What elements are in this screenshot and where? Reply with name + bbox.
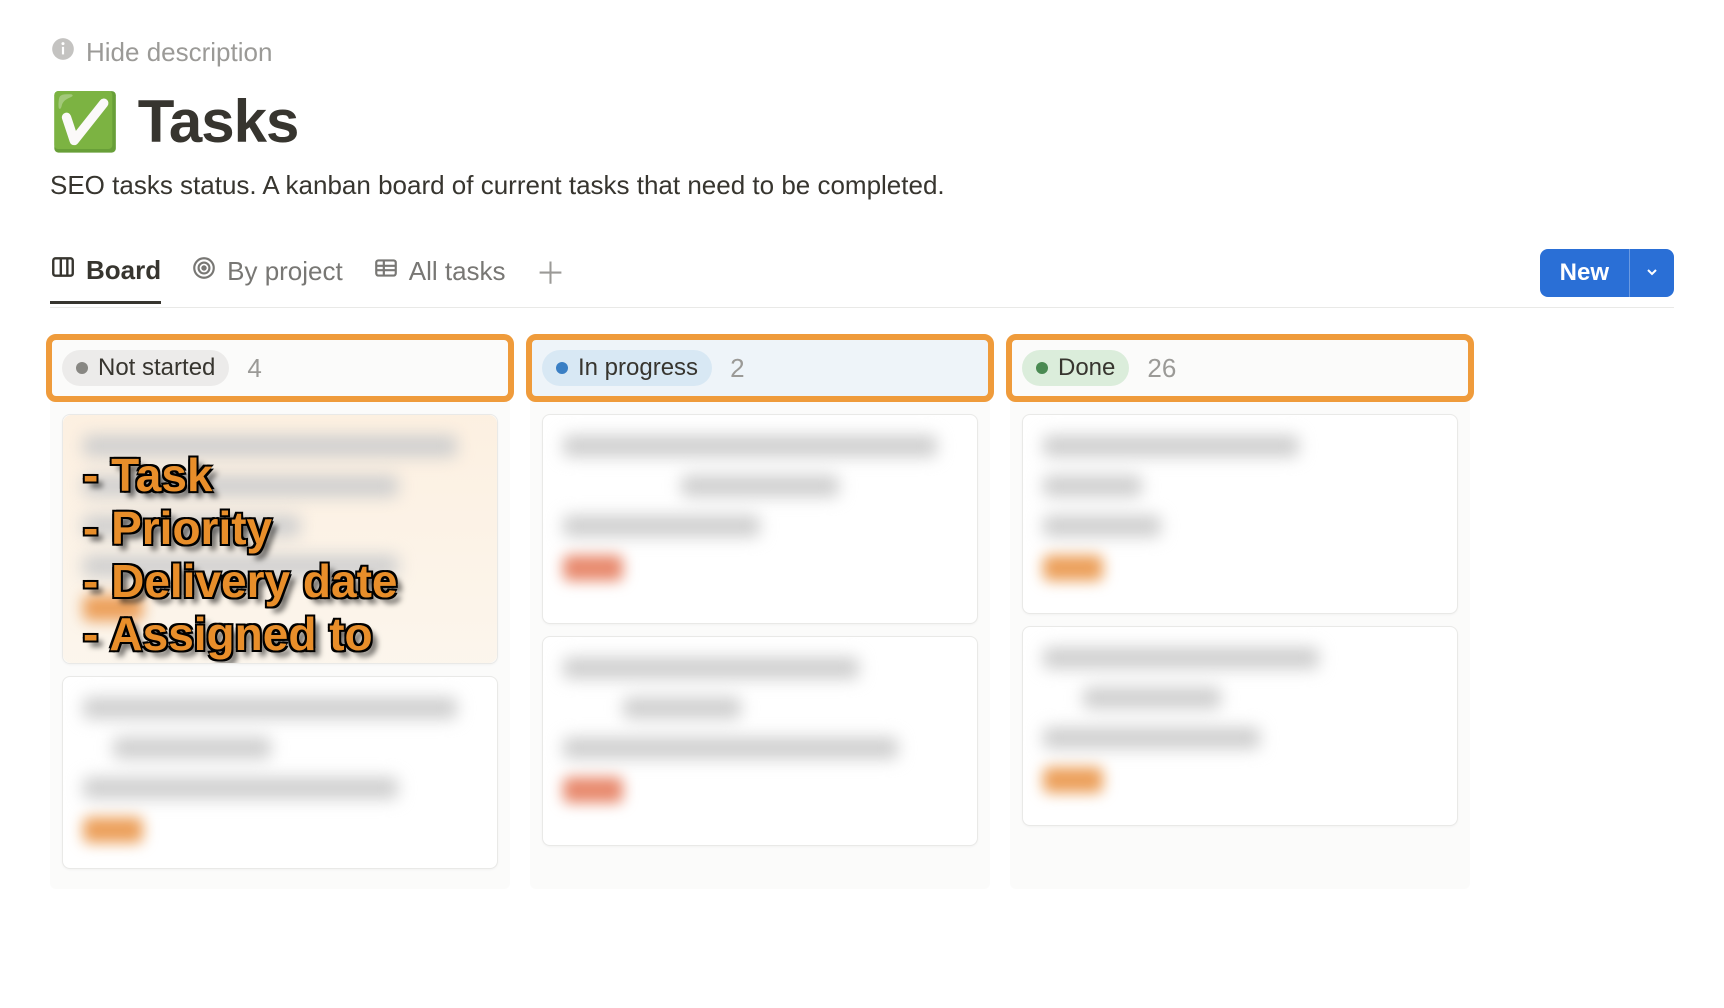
table-icon <box>373 255 399 288</box>
filter-button[interactable] <box>1260 257 1292 289</box>
annotation-line: - Task <box>83 449 397 502</box>
page-title-row: ✅ Tasks <box>50 87 1674 156</box>
blurred-content <box>1043 435 1299 457</box>
chevron-down-icon <box>1644 259 1660 287</box>
new-button[interactable]: New <box>1540 249 1674 297</box>
search-button[interactable] <box>1428 257 1460 289</box>
status-pill-in-progress: In progress <box>542 350 712 386</box>
card[interactable] <box>1022 414 1458 614</box>
blurred-content <box>563 435 937 457</box>
tab-label: Board <box>86 255 161 286</box>
annotation-line: - Priority <box>83 502 397 555</box>
status-label: Not started <box>98 354 215 382</box>
card[interactable]: - Task - Priority - Delivery date - Assi… <box>62 414 498 664</box>
column-not-started[interactable]: Not started 4 - Task - Priority - Delive… <box>50 338 510 889</box>
blurred-tag <box>83 817 143 843</box>
column-header[interactable]: Not started 4 <box>46 334 514 402</box>
automation-button[interactable] <box>1372 257 1404 289</box>
status-label: Done <box>1058 354 1115 382</box>
annotation-overlay: - Task - Priority - Delivery date - Assi… <box>83 449 397 661</box>
new-dropdown[interactable] <box>1629 249 1674 297</box>
blurred-content <box>83 777 398 799</box>
column-in-progress[interactable]: In progress 2 <box>530 338 990 889</box>
target-icon <box>191 255 217 288</box>
status-dot-icon <box>1036 362 1048 374</box>
column-count: 4 <box>247 353 261 384</box>
tab-all-tasks[interactable]: All tasks <box>373 255 506 302</box>
column-done[interactable]: Done 26 <box>1010 338 1470 889</box>
info-icon <box>50 36 76 69</box>
blurred-content <box>563 657 859 679</box>
card[interactable] <box>542 414 978 624</box>
view-tabs: Board By project All tasks ＋ <box>50 249 1674 308</box>
toolbar-right: New <box>1260 249 1674 307</box>
annotation-line: - Assigned to <box>83 608 397 661</box>
card[interactable] <box>62 676 498 869</box>
sort-button[interactable] <box>1316 257 1348 289</box>
blurred-content <box>563 737 898 759</box>
blurred-content <box>623 697 741 719</box>
blurred-content <box>113 737 271 759</box>
column-count: 26 <box>1147 353 1176 384</box>
blurred-tag <box>563 777 623 803</box>
add-view-button[interactable]: ＋ <box>536 249 566 307</box>
status-label: In progress <box>578 354 698 382</box>
blurred-tag <box>1043 767 1103 793</box>
tab-board[interactable]: Board <box>50 254 161 304</box>
blurred-content <box>1043 727 1260 749</box>
blurred-tag <box>563 555 623 581</box>
status-dot-icon <box>556 362 568 374</box>
column-header[interactable]: In progress 2 <box>526 334 994 402</box>
tab-by-project[interactable]: By project <box>191 255 343 302</box>
tab-label: By project <box>227 256 343 287</box>
status-pill-not-started: Not started <box>62 350 229 386</box>
blurred-content <box>681 475 839 497</box>
tab-label: All tasks <box>409 256 506 287</box>
blurred-tag <box>1043 555 1103 581</box>
column-count: 2 <box>730 353 744 384</box>
blurred-content <box>563 515 760 537</box>
blurred-content <box>83 697 457 719</box>
blurred-content <box>1043 475 1142 497</box>
column-header[interactable]: Done 26 <box>1006 334 1474 402</box>
board-icon <box>50 254 76 287</box>
page-emoji[interactable]: ✅ <box>50 94 120 150</box>
plus-icon: ＋ <box>536 258 566 291</box>
kanban-board: Not started 4 - Task - Priority - Delive… <box>50 338 1674 889</box>
blurred-content <box>1043 647 1319 669</box>
status-dot-icon <box>76 362 88 374</box>
card[interactable] <box>542 636 978 846</box>
page-root: Hide description ✅ Tasks SEO tasks statu… <box>0 0 1724 889</box>
more-button[interactable] <box>1484 257 1516 289</box>
new-button-label: New <box>1540 249 1629 297</box>
page-description[interactable]: SEO tasks status. A kanban board of curr… <box>50 170 1674 201</box>
hide-description-label: Hide description <box>86 37 272 68</box>
blurred-content <box>1043 515 1161 537</box>
card[interactable] <box>1022 626 1458 826</box>
status-pill-done: Done <box>1022 350 1129 386</box>
annotation-line: - Delivery date <box>83 555 397 608</box>
hide-description-button[interactable]: Hide description <box>50 36 1674 69</box>
page-title[interactable]: Tasks <box>138 87 299 156</box>
blurred-content <box>1083 687 1221 709</box>
